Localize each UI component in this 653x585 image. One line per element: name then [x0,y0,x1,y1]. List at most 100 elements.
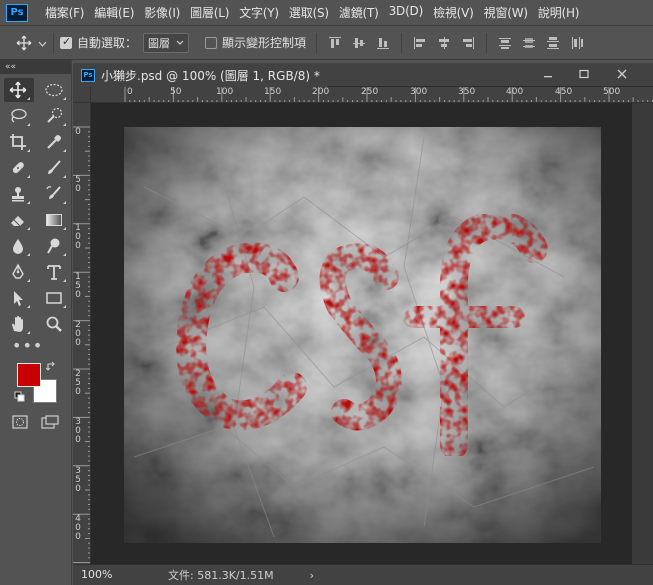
vertical-scrollbar[interactable] [632,103,653,564]
dodge-tool[interactable] [36,233,72,259]
ruler-origin[interactable] [73,87,91,103]
rectangle-icon [46,292,62,304]
rectangle-tool[interactable] [36,285,72,311]
mode-tools [0,415,71,429]
move-tool[interactable] [0,77,36,103]
document-size-info: 文件: 581.3K/1.51M [168,569,274,582]
stamp-icon [12,187,24,202]
crumpled-paper-artwork [124,127,601,543]
document-tab[interactable]: Ps 小獺步.psd @ 100% (圖層 1, RGB/8) * [73,63,328,87]
dodge-icon [47,238,60,254]
ruler-label: 300 [410,87,428,97]
zoom-tool[interactable] [36,311,72,337]
color-swatches [0,361,71,411]
minimize-button[interactable] [533,65,563,83]
ruler-label: 0 [127,87,133,97]
bandage-icon [12,162,24,174]
marquee-tool[interactable] [36,77,72,103]
document-title: 小獺步.psd @ 100% (圖層 1, RGB/8) * [101,68,320,83]
align-top-icon[interactable] [325,33,345,53]
path-selection-tool[interactable] [0,285,36,311]
distribute-vcenter-icon[interactable] [519,33,539,53]
auto-select-label: 自動選取： [77,36,138,50]
ruler-label: 50 [170,87,182,97]
show-transform-checkbox[interactable] [205,36,218,49]
pen-tool[interactable] [0,259,36,285]
screen-mode-icon[interactable] [41,415,59,429]
photoshop-logo-icon[interactable]: Ps [6,3,28,22]
align-vcenter-icon[interactable] [349,33,369,53]
menu-item[interactable]: 檔案(F) [40,4,89,21]
close-button[interactable] [607,65,637,83]
ruler-label: 100 [216,87,234,97]
foreground-color-swatch[interactable] [17,363,41,387]
quick-selection-tool[interactable] [36,103,72,129]
swap-colors-icon[interactable] [46,361,57,372]
auto-select-dropdown[interactable]: 圖層 [143,32,190,53]
distribute-bottom-icon[interactable] [543,33,563,53]
document-tab-bar: Ps 小獺步.psd @ 100% (圖層 1, RGB/8) * [73,63,653,87]
ps-file-icon: Ps [81,68,95,82]
zoom-level-field[interactable]: 100% [81,567,136,583]
ruler-label: 100 [75,223,81,251]
maximize-button[interactable] [569,65,599,83]
pen-icon [12,263,24,279]
menu-item[interactable]: 文字(Y) [234,4,284,21]
chevron-down-icon[interactable] [38,36,47,50]
menu-item[interactable]: 視窗(W) [479,4,533,21]
gradient-icon [46,214,62,226]
ruler-label: 350 [458,87,476,97]
distribute-left-icon[interactable] [567,33,587,53]
menu-item[interactable]: 選取(S) [284,4,334,21]
menu-item[interactable]: 濾鏡(T) [334,4,384,21]
menu-item[interactable]: 說明(H) [533,4,584,21]
menu-item[interactable]: 影像(I) [139,4,185,21]
hand-tool[interactable] [0,311,36,337]
ruler-label: 150 [264,87,282,97]
document-canvas[interactable] [124,127,601,543]
ruler-label: 0 [75,127,81,137]
edit-toolbar-icon[interactable]: ••• [0,337,71,359]
crop-tool[interactable] [0,129,36,155]
auto-select-checkbox[interactable] [60,35,72,49]
horizontal-ruler[interactable]: 0 50 100 150 200 250 300 350 400 450 500 [91,87,653,103]
distribute-top-icon[interactable] [495,33,515,53]
drop-icon [13,239,23,254]
align-left-icon[interactable] [410,33,430,53]
vertical-ruler[interactable]: 0 50 100 150 200 250 300 350 400 [73,103,91,564]
collapse-toolbar-icon[interactable]: «« [0,60,71,74]
status-menu-arrow-icon[interactable]: › [310,569,314,582]
history-brush-tool[interactable] [36,181,72,207]
history-brush-icon [46,186,61,199]
blur-tool[interactable] [0,233,36,259]
brush-icon [48,160,61,174]
ruler-label: 150 [75,272,81,300]
arrow-cursor-icon [14,291,23,306]
menu-item[interactable]: 檢視(V) [428,4,479,21]
ruler-label: 200 [75,320,81,348]
menu-item[interactable]: 3D(D) [384,4,428,21]
align-bottom-icon[interactable] [373,33,393,53]
type-tool[interactable] [36,259,72,285]
menu-item[interactable]: 圖層(L) [185,4,234,21]
gradient-tool[interactable] [36,207,72,233]
type-icon [47,265,61,280]
close-icon [617,69,627,79]
quick-mask-icon[interactable] [12,415,28,429]
healing-brush-tool[interactable] [0,155,36,181]
align-right-icon[interactable] [458,33,478,53]
ruler-label: 500 [603,87,621,97]
brush-tool[interactable] [36,155,72,181]
eraser-tool[interactable] [0,207,36,233]
ruler-label: 50 [75,175,81,194]
lasso-tool[interactable] [0,103,36,129]
align-hcenter-icon[interactable] [434,33,454,53]
show-transform-label: 顯示變形控制項 [222,36,307,50]
crop-icon [10,134,26,150]
default-colors-icon[interactable] [14,391,25,402]
hand-icon [12,316,23,332]
clone-stamp-tool[interactable] [0,181,36,207]
move-tool-preset-icon[interactable] [14,33,34,53]
menu-item[interactable]: 編輯(E) [89,4,139,21]
eyedropper-tool[interactable] [36,129,72,155]
